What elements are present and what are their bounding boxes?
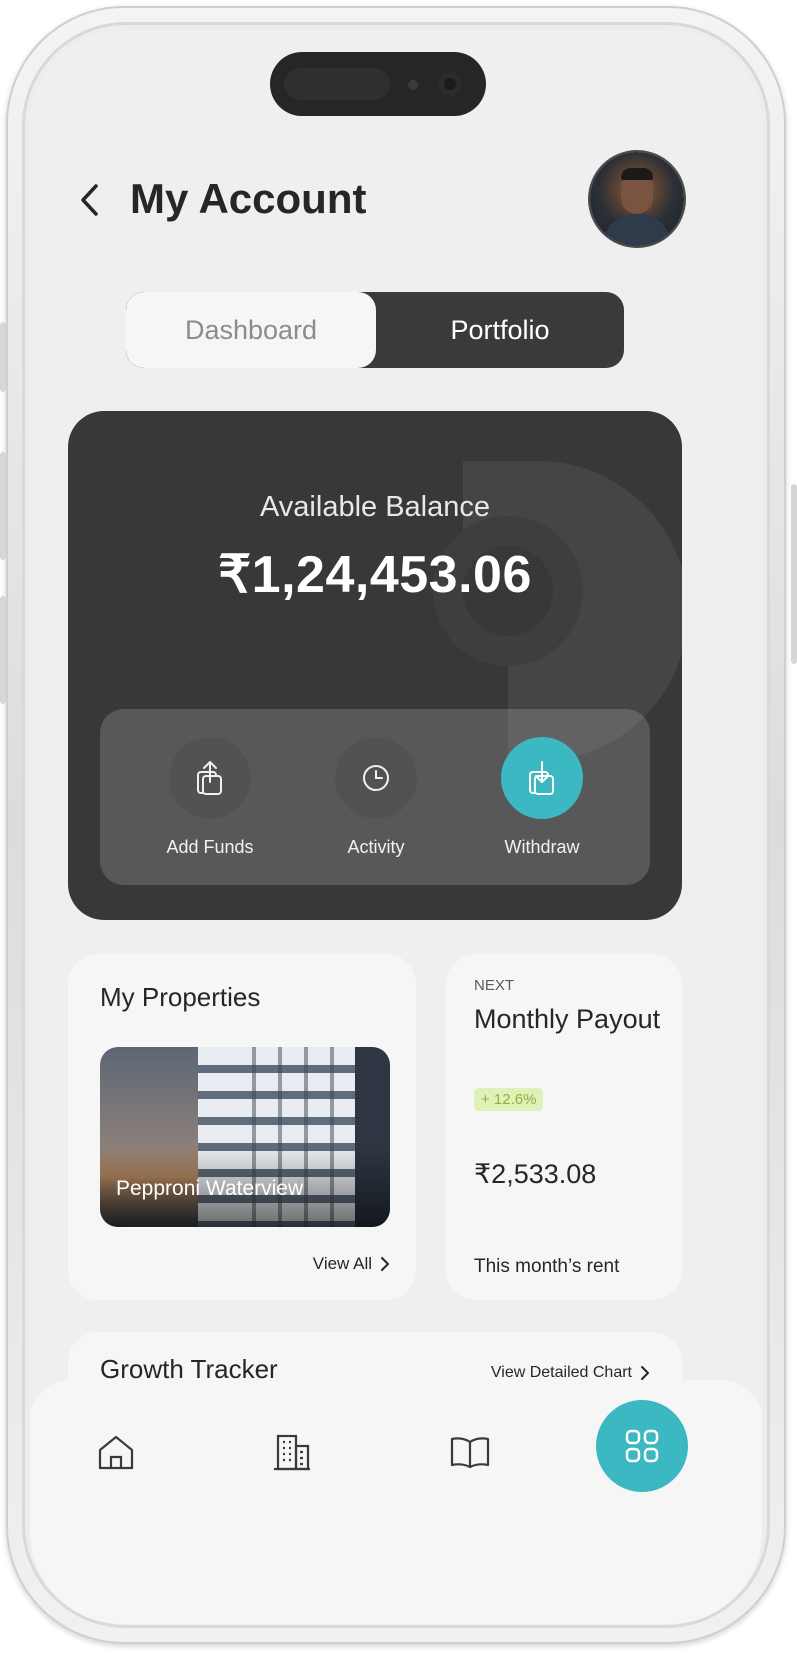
view-switcher: Dashboard Portfolio [126, 292, 624, 368]
balance-card: Available Balance ₹1,24,453.06 Add Funds [68, 411, 682, 920]
payout-amount: ₹2,533.08 [474, 1159, 597, 1189]
home-icon [98, 1435, 134, 1470]
monthly-payout-card: NEXT Monthly Payout + 12.6% ₹2,533.08 Th… [446, 954, 682, 1300]
balance-label: Available Balance [259, 491, 491, 523]
grid-icon [625, 1429, 659, 1463]
chevron-left-icon [81, 184, 98, 216]
nav-home[interactable] [86, 1422, 146, 1482]
activity-label: Activity [347, 837, 405, 857]
property-name: Pepproni Waterview [116, 1177, 304, 1200]
view-all-label: View All [312, 1254, 372, 1273]
change-badge: + 12.6% [474, 1088, 544, 1111]
chevron-right-icon [381, 1257, 389, 1271]
chevron-right-icon [641, 1366, 649, 1380]
bottom-navigation [30, 1380, 762, 1624]
nav-menu-button[interactable] [596, 1400, 688, 1492]
payout-eyebrow: NEXT [474, 977, 515, 994]
nav-properties[interactable] [262, 1422, 322, 1482]
building-icon [274, 1434, 310, 1471]
property-thumbnail[interactable]: Pepproni Waterview [100, 1047, 390, 1227]
book-icon [450, 1437, 490, 1469]
user-avatar[interactable] [590, 152, 684, 246]
page-title: My Account [130, 175, 367, 222]
clock-icon [363, 765, 389, 791]
my-properties-card: My Properties Pepproni Waterview View Al… [68, 954, 416, 1300]
side-button [0, 322, 6, 392]
add-funds-label: Add Funds [166, 837, 254, 857]
my-properties-heading: My Properties [100, 982, 261, 1012]
power-button [791, 484, 797, 664]
add-funds-button[interactable]: Add Funds [150, 737, 270, 858]
quick-actions: Add Funds Activity Withdraw [100, 709, 650, 885]
withdraw-button[interactable]: Withdraw [482, 737, 602, 858]
tab-dashboard[interactable]: Dashboard [126, 292, 376, 368]
payout-title: Monthly Payout [474, 1004, 661, 1034]
volume-down-button [0, 596, 6, 704]
payout-caption: This month’s rent [474, 1256, 620, 1277]
download-icon [529, 761, 554, 795]
activity-button[interactable]: Activity [316, 737, 436, 858]
dynamic-island [270, 52, 486, 116]
back-button[interactable] [72, 180, 108, 220]
upload-icon [197, 761, 222, 795]
withdraw-label: Withdraw [504, 837, 580, 857]
view-all-link[interactable]: View All [313, 1254, 390, 1274]
tab-portfolio[interactable]: Portfolio [376, 292, 624, 368]
volume-up-button [0, 452, 6, 560]
nav-learn[interactable] [440, 1422, 500, 1482]
app-screen: My Account Dashboard Portfolio Available… [30, 30, 762, 1624]
balance-amount: ₹1,24,453.06 [218, 546, 532, 604]
